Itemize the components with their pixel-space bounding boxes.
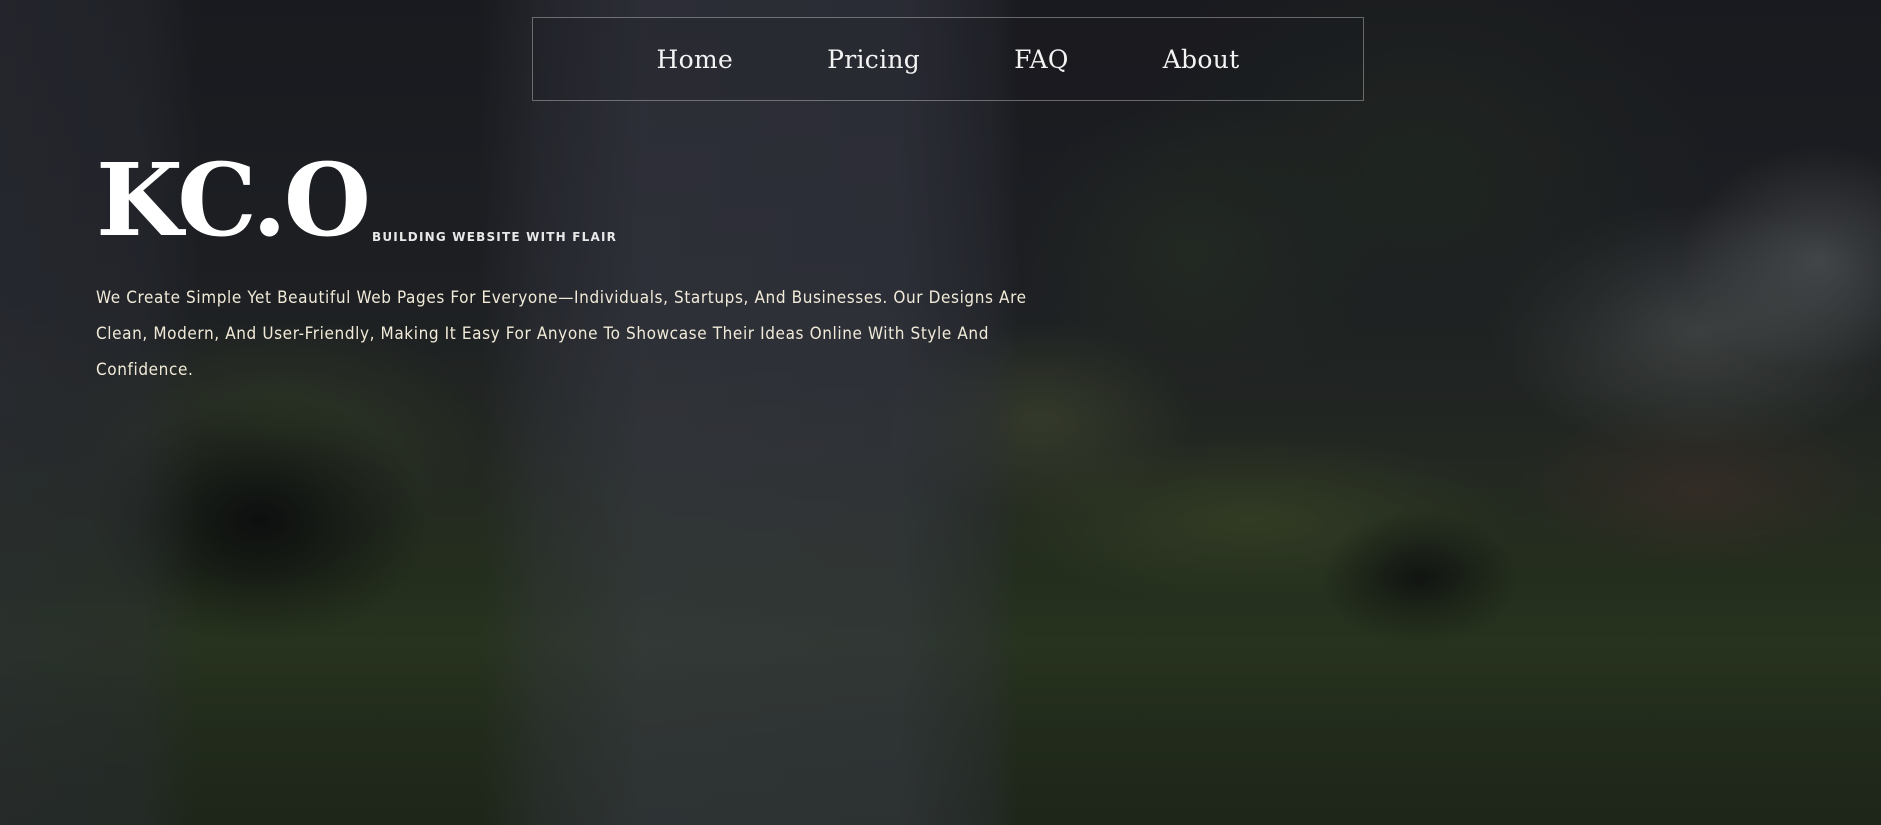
brand-block: KC.O BUILDING WEBSITE WITH FLAIR (96, 150, 617, 250)
hero-section: Home Pricing FAQ About KC.O BUILDING WEB… (0, 0, 1881, 825)
main-navigation: Home Pricing FAQ About (532, 17, 1364, 101)
hero-description: We Create Simple Yet Beautiful Web Pages… (96, 288, 1027, 380)
brand-logo: KC.O (96, 141, 371, 259)
nav-pricing-link[interactable]: Pricing (827, 45, 920, 74)
nav-home-link[interactable]: Home (657, 45, 734, 74)
nav-faq-link[interactable]: FAQ (1014, 45, 1069, 74)
nav-about-link[interactable]: About (1163, 45, 1240, 74)
brand-tagline: BUILDING WEBSITE WITH FLAIR (371, 230, 618, 244)
background-overlay (0, 0, 1881, 825)
